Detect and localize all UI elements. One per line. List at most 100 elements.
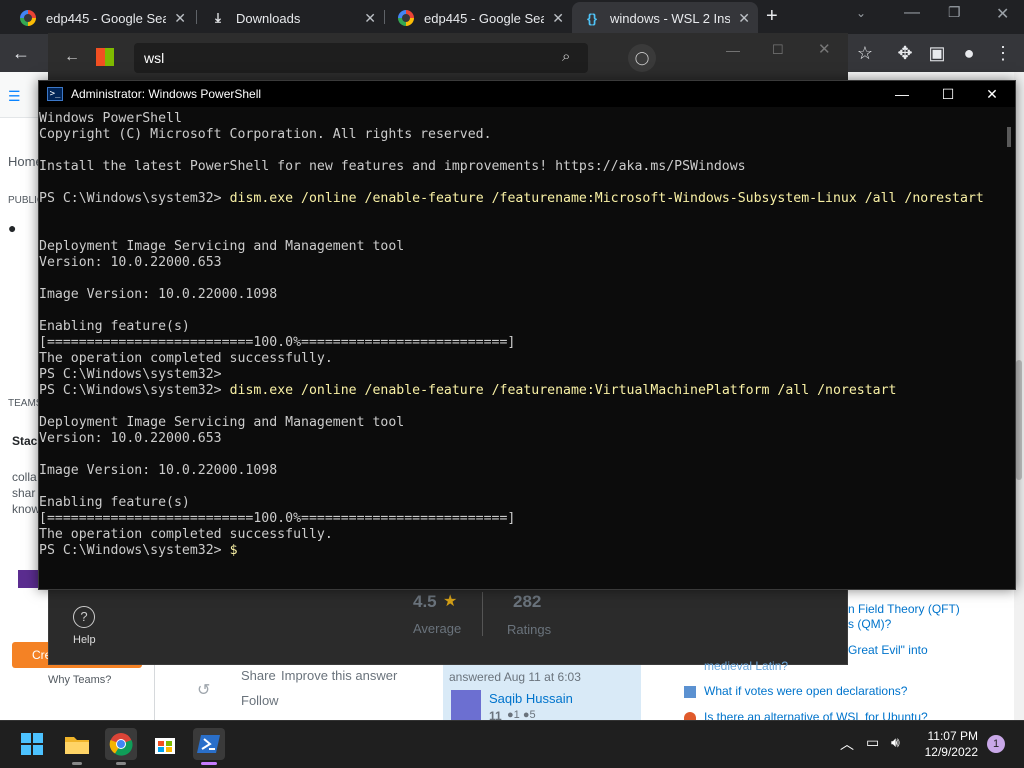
- close-icon[interactable]: ✕: [969, 81, 1015, 107]
- tab-title: windows - WSL 2 Insta: [610, 10, 730, 26]
- tab-google-search-1[interactable]: edp445 - Google Search ✕: [8, 2, 194, 34]
- history-icon[interactable]: ↺: [197, 680, 210, 700]
- hot-question-5[interactable]: Is there an alternative of WSL for Ubunt…: [704, 710, 928, 720]
- powershell-taskbar-icon[interactable]: [193, 728, 225, 760]
- powershell-titlebar[interactable]: >_ Administrator: Windows PowerShell: [39, 81, 1015, 107]
- teams-snippet-3: know: [12, 502, 41, 516]
- clock-date[interactable]: 12/9/2022: [918, 745, 978, 759]
- chevron-up-icon[interactable]: ︿: [840, 734, 854, 754]
- side-panel-icon[interactable]: ▣: [924, 40, 950, 66]
- hamburger-icon[interactable]: ☰: [8, 88, 21, 105]
- rating-value: 4.5: [413, 592, 437, 611]
- close-icon[interactable]: ✕: [364, 10, 376, 27]
- tab-divider: [384, 10, 385, 24]
- close-icon[interactable]: ✕: [552, 10, 564, 27]
- search-input[interactable]: wsl: [134, 43, 588, 73]
- popup-maximize-icon[interactable]: ☐: [772, 42, 784, 58]
- store-icon[interactable]: [149, 728, 181, 760]
- help-icon[interactable]: ?: [73, 606, 95, 628]
- tab-downloads[interactable]: ⤓ Downloads ✕: [198, 2, 384, 34]
- extensions-icon[interactable]: ✥: [892, 40, 918, 66]
- search-icon[interactable]: ⌕: [562, 48, 570, 65]
- help-label[interactable]: Help: [73, 634, 96, 646]
- page-scrollbar-thumb[interactable]: [1016, 360, 1022, 480]
- clock-time[interactable]: 11:07 PM: [922, 729, 978, 743]
- free-badge: [18, 570, 40, 588]
- file-explorer-icon[interactable]: [61, 728, 93, 760]
- popup-minimize-icon[interactable]: —: [726, 42, 740, 58]
- site-icon: [684, 712, 696, 720]
- improve-link[interactable]: Improve this answer: [281, 668, 397, 683]
- powershell-icon: >_: [47, 87, 63, 101]
- hot-question-2[interactable]: s (QM)?: [848, 617, 891, 631]
- console-prompt: PS C:\Windows\system32>: [39, 367, 222, 382]
- account-icon[interactable]: ◯: [628, 44, 656, 72]
- close-icon[interactable]: ✕: [738, 10, 750, 27]
- console-line: Windows PowerShell: [39, 111, 182, 126]
- site-icon: [684, 686, 696, 698]
- tab-title: Downloads: [236, 10, 301, 26]
- hot-question-4[interactable]: What if votes were open declarations?: [704, 684, 907, 698]
- hot-question-1[interactable]: n Field Theory (QFT): [848, 602, 960, 616]
- restore-icon[interactable]: ❐: [948, 4, 961, 21]
- star-icon: ★: [443, 593, 458, 610]
- start-icon[interactable]: [16, 728, 48, 760]
- minimize-icon[interactable]: —: [904, 4, 920, 22]
- console-output[interactable]: Windows PowerShell Copyright (C) Microsof…: [39, 111, 1005, 589]
- store-icon: [96, 48, 114, 66]
- console-scrollbar-thumb[interactable]: [1007, 127, 1011, 147]
- console-line: Enabling feature(s): [39, 319, 190, 334]
- console-line: The operation completed successfully.: [39, 527, 333, 542]
- close-icon[interactable]: ✕: [174, 10, 186, 27]
- network-icon[interactable]: ▭: [866, 734, 879, 751]
- hot-question-3b[interactable]: medieval Latin?: [704, 659, 788, 673]
- console-command: $: [229, 543, 238, 558]
- tab-search-icon[interactable]: ⌄: [856, 6, 866, 20]
- popup-close-icon[interactable]: ✕: [818, 40, 831, 58]
- tab-title: edp445 - Google Search: [424, 10, 544, 26]
- rating-divider: [482, 592, 483, 636]
- hot-question-3[interactable]: Great Evil" into: [848, 643, 928, 657]
- console-line: Copyright (C) Microsoft Corporation. All…: [39, 127, 492, 142]
- why-teams-link[interactable]: Why Teams?: [48, 674, 111, 686]
- download-icon: ⤓: [215, 10, 221, 25]
- profile-icon[interactable]: ●: [956, 40, 982, 66]
- google-icon: [20, 10, 36, 26]
- tab-title: edp445 - Google Search: [46, 10, 166, 26]
- maximize-icon[interactable]: ☐: [925, 81, 971, 107]
- close-window-icon[interactable]: ✕: [996, 4, 1009, 24]
- console-command: dism.exe /online /enable-feature /featur…: [229, 191, 984, 206]
- console-line: [==========================100.0%=======…: [39, 335, 516, 350]
- back-arrow-icon[interactable]: ←: [8, 40, 34, 66]
- volume-icon[interactable]: 🔊︎: [891, 734, 900, 751]
- user-name-link[interactable]: Saqib Hussain: [489, 691, 573, 706]
- share-link[interactable]: Share: [241, 668, 276, 683]
- console-prompt: PS C:\Windows\system32>: [39, 191, 230, 206]
- console-line: Version: 10.0.22000.653: [39, 431, 222, 446]
- follow-link[interactable]: Follow: [241, 693, 279, 708]
- console-line: PS C:\Windows\system32> $: [39, 543, 1005, 559]
- menu-icon[interactable]: ⋮: [990, 40, 1016, 66]
- bookmark-star-icon[interactable]: ☆: [852, 40, 878, 66]
- answered-date: answered Aug 11 at 6:03: [449, 670, 581, 684]
- console-command: dism.exe /online /enable-feature /featur…: [229, 383, 897, 398]
- tab-google-search-2[interactable]: edp445 - Google Search ✕: [386, 2, 572, 34]
- new-tab-button[interactable]: +: [766, 5, 778, 28]
- powershell-window[interactable]: >_ Administrator: Windows PowerShell — ☐…: [38, 80, 1016, 590]
- console-line: PS C:\Windows\system32> dism.exe /online…: [39, 383, 1005, 399]
- back-arrow-icon[interactable]: ←: [64, 48, 80, 66]
- minimize-icon[interactable]: —: [879, 81, 925, 107]
- chrome-icon[interactable]: [105, 728, 137, 760]
- console-prompt: PS C:\Windows\system32>: [39, 383, 230, 398]
- console-prompt: PS C:\Windows\system32>: [39, 543, 230, 558]
- notification-badge[interactable]: 1: [987, 735, 1005, 753]
- ratings-label: Ratings: [507, 622, 552, 637]
- tab-wsl-active[interactable]: {} windows - WSL 2 Insta ✕: [572, 2, 758, 34]
- avatar[interactable]: [451, 690, 481, 720]
